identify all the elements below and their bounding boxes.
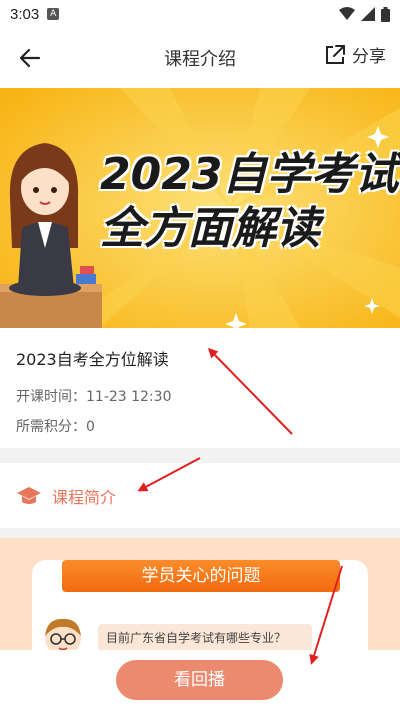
status-icons <box>339 6 390 22</box>
status-bar: 3:03 A <box>0 0 400 28</box>
banner-title-line2: 全方面解读 <box>100 203 320 254</box>
course-name: 2023自考全方位解读 <box>16 350 169 369</box>
watch-replay-button[interactable]: 看回播 <box>116 660 283 700</box>
graduation-cap-icon <box>17 486 41 504</box>
share-icon <box>326 44 345 64</box>
notification-icon: A <box>47 8 60 20</box>
app-header: 课程介绍 分享 <box>0 28 400 88</box>
signal-icon <box>361 7 375 21</box>
share-label: 分享 <box>352 47 386 67</box>
banner-title-line1: 2023自学考试 <box>100 149 399 200</box>
course-points: 所需积分：0 <box>16 419 95 435</box>
qa-banner-title: 学员关心的问题 <box>62 560 340 592</box>
qa-question[interactable]: 目前广东省自学考试有哪些专业？ <box>98 624 312 652</box>
status-time: 3:03 <box>10 5 40 23</box>
course-intro-section[interactable]: 课程简介 <box>0 463 400 528</box>
arrow-left-icon <box>19 48 41 68</box>
course-start-time: 开课时间：11-23 12:30 <box>16 389 172 405</box>
battery-icon <box>381 6 390 22</box>
bottom-bar: 看回播 <box>0 650 400 710</box>
course-info-card: 2023自考全方位解读 开课时间：11-23 12:30 所需积分：0 <box>0 328 400 448</box>
banner-title: 2023自学考试 全方面解读 <box>100 148 400 256</box>
course-intro-label: 课程简介 <box>52 487 117 507</box>
back-button[interactable] <box>12 40 48 76</box>
wifi-icon <box>339 7 355 20</box>
course-banner: 2023自学考试 全方面解读 <box>0 88 400 328</box>
share-button[interactable]: 分享 <box>324 42 386 67</box>
